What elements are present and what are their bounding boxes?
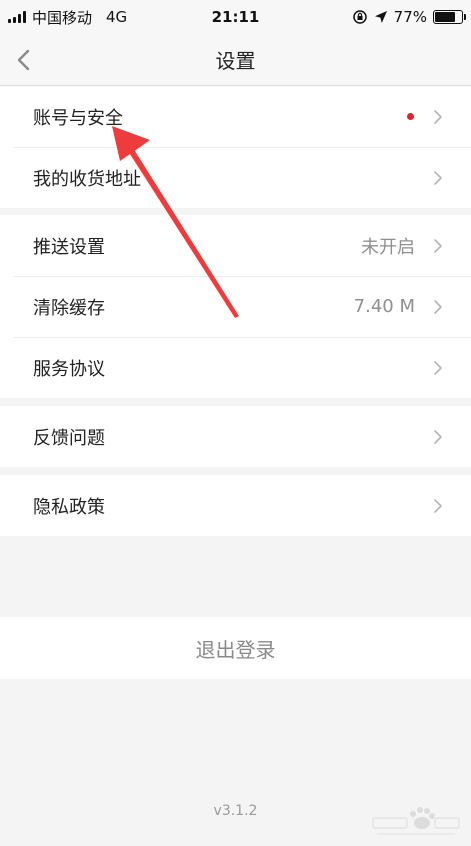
- carrier-name: 中国移动: [32, 8, 93, 27]
- signal-icon: [8, 11, 26, 23]
- chevron-right-icon: [434, 109, 442, 124]
- row-account-security[interactable]: 账号与安全: [0, 86, 471, 147]
- row-value: 未开启: [361, 236, 415, 258]
- notification-dot: [407, 113, 414, 120]
- row-push-settings[interactable]: 推送设置 未开启: [0, 215, 471, 276]
- row-label: 清除缓存: [33, 297, 105, 319]
- status-left: 中国移动 4G: [8, 7, 127, 28]
- row-label: 隐私政策: [33, 496, 105, 518]
- status-right: 77%: [352, 8, 466, 26]
- row-feedback[interactable]: 反馈问题: [0, 406, 471, 467]
- row-clear-cache[interactable]: 清除缓存 7.40 M: [0, 276, 471, 337]
- chevron-right-icon: [434, 498, 442, 513]
- settings-group-privacy: 隐私政策: [0, 475, 471, 536]
- battery-fill: [435, 12, 456, 22]
- network-type: 4G: [106, 8, 128, 26]
- app-version: v3.1.2: [213, 803, 258, 819]
- row-label: 账号与安全: [33, 107, 123, 129]
- row-label: 我的收货地址: [33, 168, 141, 190]
- page-title: 设置: [215, 49, 256, 73]
- row-label: 推送设置: [33, 236, 105, 258]
- row-privacy-policy[interactable]: 隐私政策: [0, 475, 471, 536]
- battery-percent: 77%: [393, 8, 427, 26]
- row-label: 反馈问题: [33, 427, 105, 449]
- row-shipping-address[interactable]: 我的收货地址: [0, 147, 471, 208]
- location-arrow-icon: [374, 11, 387, 23]
- battery-icon: [433, 10, 466, 24]
- chevron-right-icon: [434, 360, 442, 375]
- status-bar: 中国移动 4G 21:11 77%: [0, 0, 471, 34]
- row-label: 服务协议: [33, 358, 105, 380]
- chevron-right-icon: [434, 238, 442, 253]
- chevron-left-icon: [17, 49, 30, 71]
- settings-group-feedback: 反馈问题: [0, 406, 471, 467]
- chevron-right-icon: [434, 299, 442, 314]
- settings-group-general: 推送设置 未开启 清除缓存 7.40 M 服务协议: [0, 215, 471, 398]
- logout-button[interactable]: 退出登录: [0, 617, 471, 679]
- chevron-right-icon: [434, 170, 442, 185]
- nav-bar: 设置: [0, 34, 471, 86]
- row-service-agreement[interactable]: 服务协议: [0, 337, 471, 398]
- chevron-right-icon: [434, 429, 442, 444]
- settings-group-account: 账号与安全 我的收货地址: [0, 86, 471, 208]
- row-value: 7.40 M: [353, 296, 415, 317]
- orientation-lock-icon: [352, 10, 367, 24]
- back-button[interactable]: [8, 44, 38, 76]
